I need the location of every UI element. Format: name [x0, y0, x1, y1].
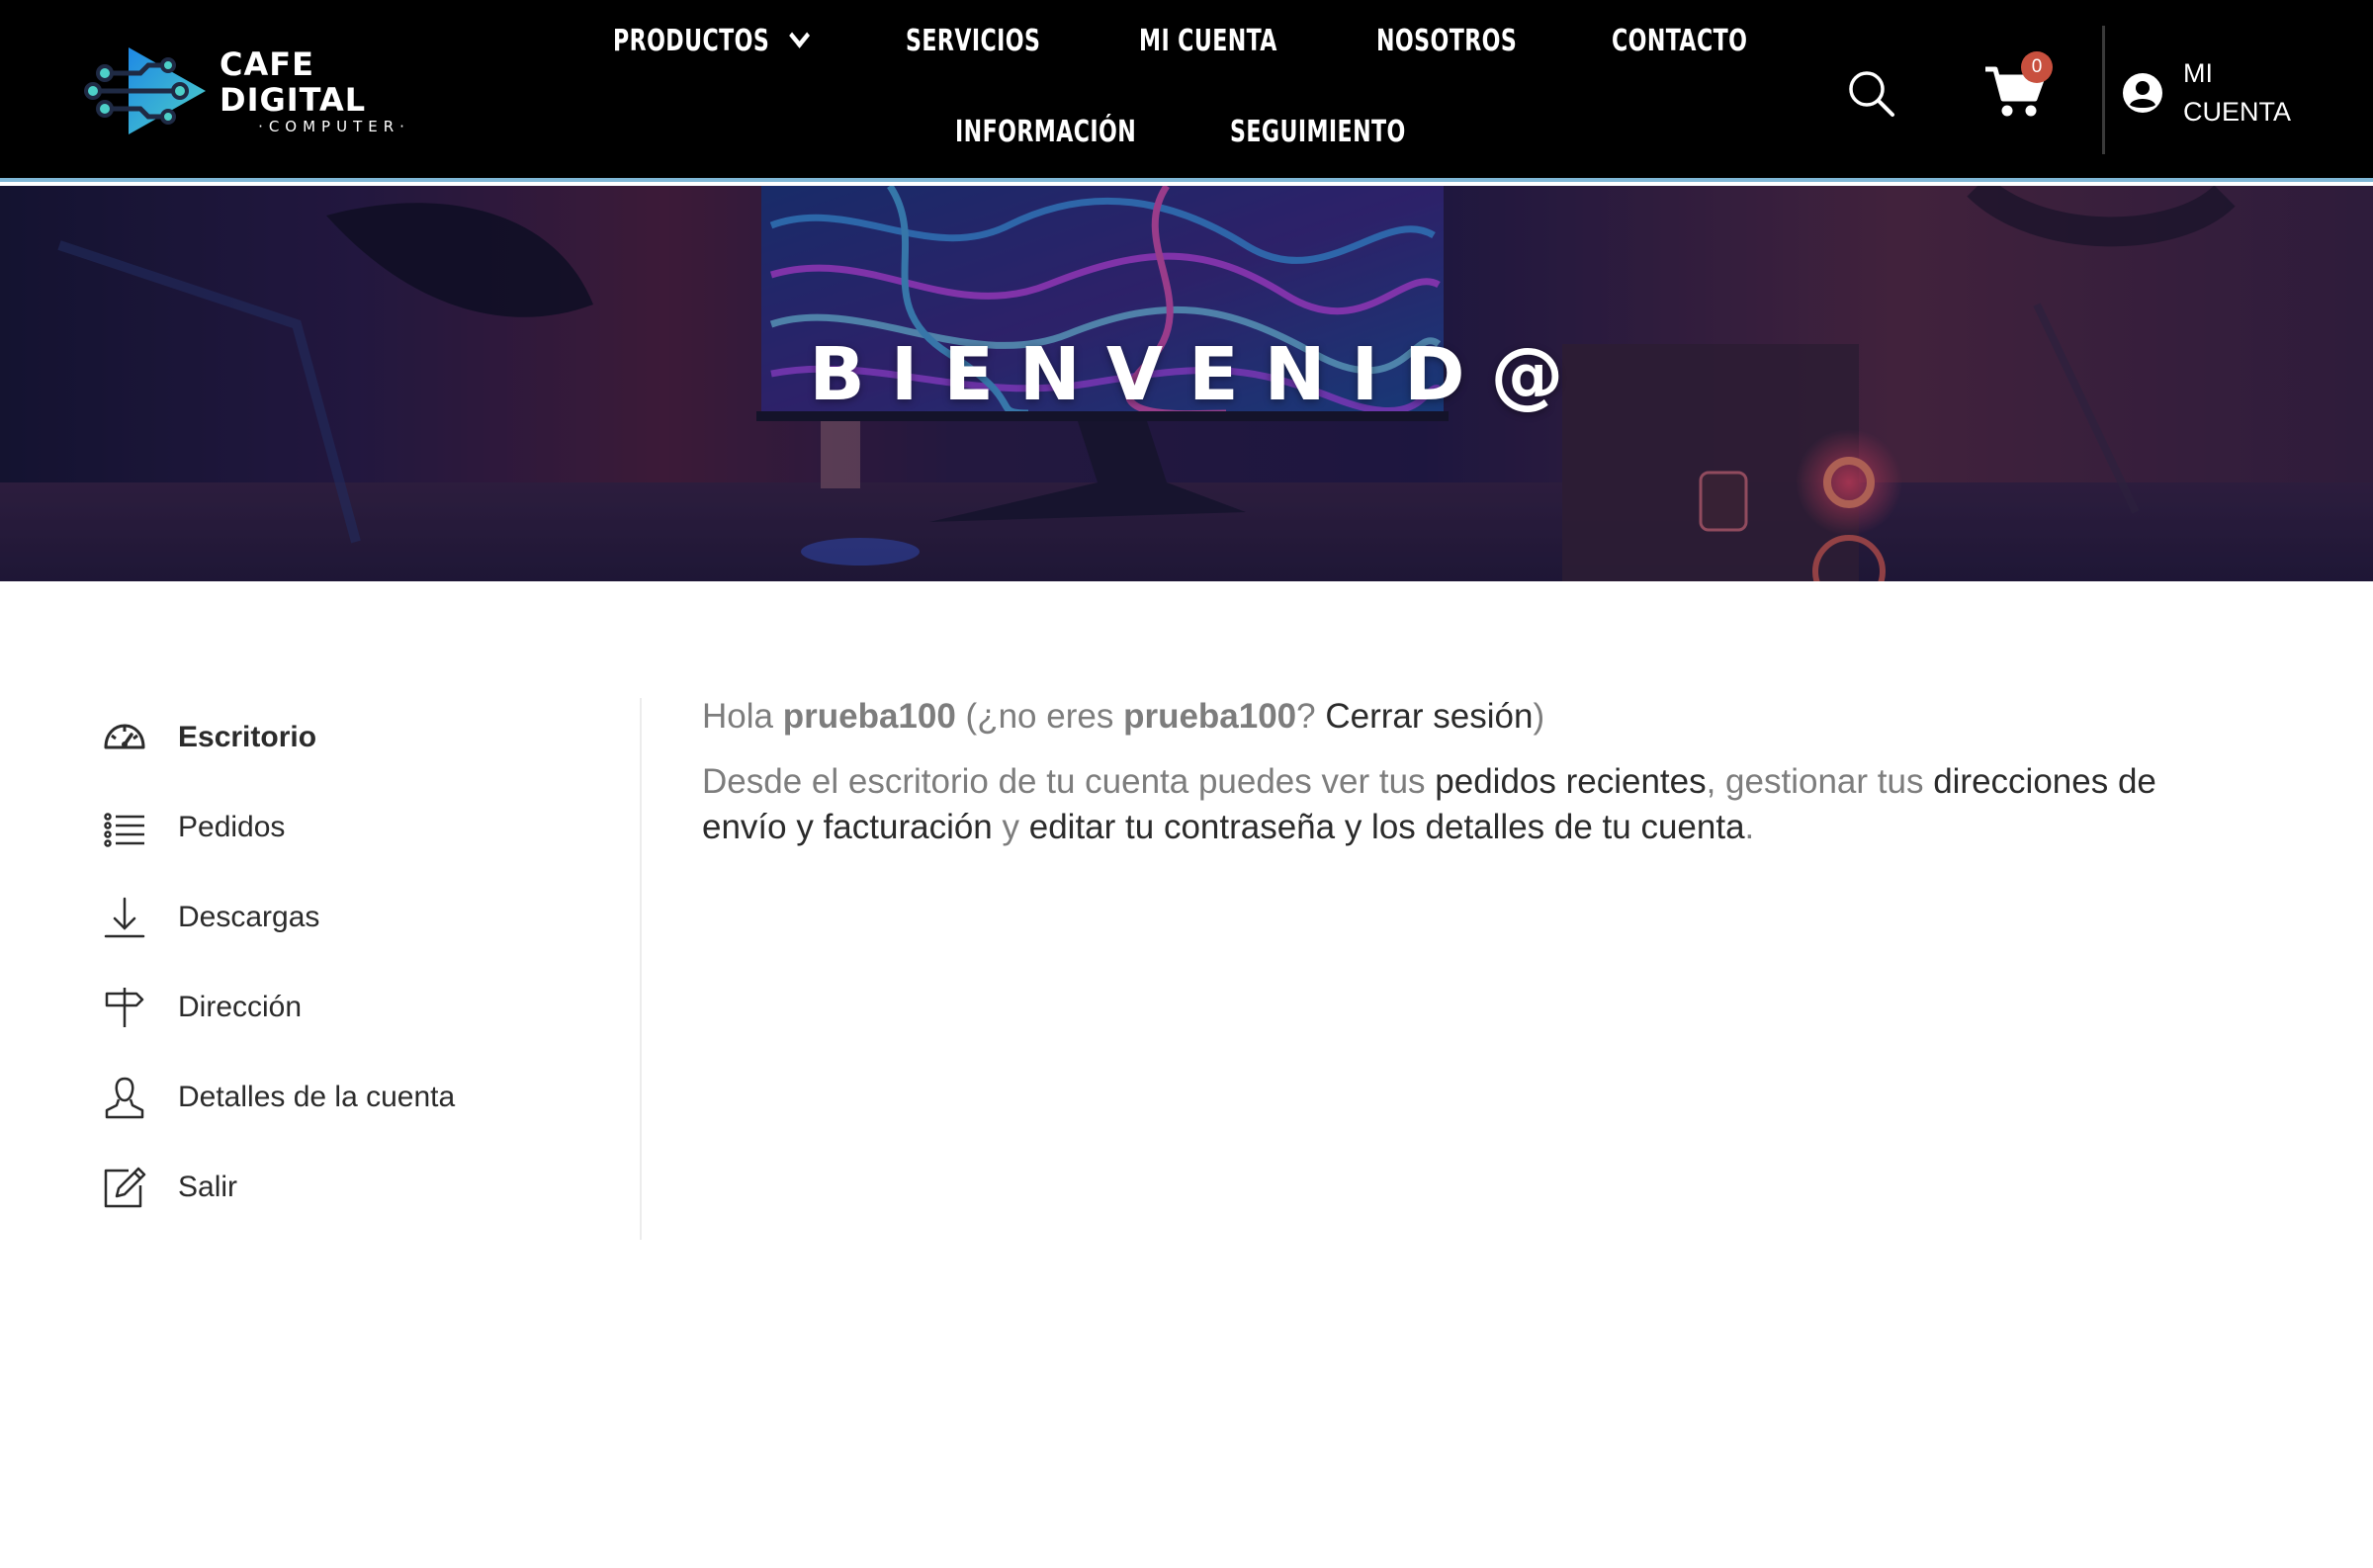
- greeting-hola: Hola: [702, 697, 773, 736]
- dashboard-content: Hola prueba100 (¿no eres prueba100? Cerr…: [702, 694, 2244, 850]
- chevron-down-icon: [789, 23, 810, 48]
- header-divider: [2102, 26, 2105, 154]
- account-button[interactable]: MI CUENTA: [2122, 53, 2322, 132]
- brand-logo[interactable]: CAFE DIGITAL ·COMPUTER·: [83, 44, 449, 138]
- nav-seguimiento[interactable]: SEGUIMIENTO: [1230, 115, 1406, 149]
- nav-contacto[interactable]: CONTACTO: [1612, 24, 1747, 58]
- sidebar-item-label: Escritorio: [178, 720, 317, 753]
- hero-title: BIENVENID@: [809, 332, 1590, 417]
- username: prueba100: [782, 697, 956, 736]
- sidebar-item-descargas[interactable]: Descargas: [103, 872, 637, 962]
- sidebar-item-pedidos[interactable]: Pedidos: [103, 782, 637, 872]
- list-icon: [104, 812, 144, 847]
- nav-informacion[interactable]: INFORMACIÓN: [955, 115, 1136, 149]
- desc-intro: Desde el escritorio de tu cuenta puedes …: [702, 762, 1426, 801]
- greeting-close: ): [1533, 697, 1545, 736]
- search-icon: [1849, 71, 1894, 117]
- user-circle-icon: [2123, 73, 2162, 113]
- sidebar-item-label: Pedidos: [178, 810, 286, 843]
- content-divider: [640, 698, 642, 1240]
- account-details-link[interactable]: editar tu contraseña y los detalles de t…: [1029, 808, 1745, 846]
- cart-count-badge: 0: [2021, 51, 2053, 83]
- sidebar-item-label: Dirección: [178, 990, 303, 1023]
- desc-end: .: [1744, 808, 1755, 846]
- brand-tagline: ·COMPUTER·: [258, 118, 410, 135]
- sidebar-item-escritorio[interactable]: Escritorio: [103, 692, 637, 782]
- sidebar-item-label: Detalles de la cuenta: [178, 1080, 456, 1113]
- username-repeat: prueba100: [1123, 697, 1297, 736]
- logout-link[interactable]: Cerrar sesión: [1325, 697, 1533, 736]
- nav-productos-label: PRODUCTOS: [613, 24, 770, 58]
- account-sidebar-nav: Escritorio Pedidos Descargas Dirección D…: [103, 692, 637, 1232]
- greeting-not-you: (¿no eres: [965, 697, 1114, 736]
- site-header: CAFE DIGITAL ·COMPUTER· PRODUCTOS SERVIC…: [0, 0, 2373, 182]
- recent-orders-link[interactable]: pedidos recientes: [1435, 762, 1706, 801]
- search-button[interactable]: [1845, 67, 1896, 119]
- sidebar-item-label: Salir: [178, 1170, 238, 1203]
- sidebar-item-direccion[interactable]: Dirección: [103, 962, 637, 1052]
- nav-nosotros[interactable]: NOSOTROS: [1376, 24, 1517, 58]
- greeting-line: Hola prueba100 (¿no eres prueba100? Cerr…: [702, 694, 2244, 740]
- brand-name: CAFE DIGITAL: [220, 45, 367, 119]
- nav-servicios[interactable]: SERVICIOS: [906, 24, 1040, 58]
- sidebar-item-label: Descargas: [178, 900, 320, 933]
- signpost-icon: [105, 987, 144, 1027]
- desc-and: y: [1002, 808, 1020, 846]
- brand-wordmark: CAFE DIGITAL ·COMPUTER·: [220, 46, 449, 135]
- circuit-logo-icon: [84, 47, 206, 134]
- download-icon: [104, 897, 145, 937]
- nav-mi-cuenta[interactable]: MI CUENTA: [1139, 24, 1277, 58]
- dashboard-gauge-icon: [104, 724, 145, 748]
- dashboard-description: Desde el escritorio de tu cuenta puedes …: [702, 759, 2244, 850]
- greeting-question: ?: [1296, 697, 1316, 736]
- edit-icon: [104, 1167, 146, 1207]
- sidebar-item-salir[interactable]: Salir: [103, 1142, 637, 1232]
- user-icon: [105, 1077, 144, 1118]
- hero-banner: BIENVENID@: [0, 186, 2373, 581]
- account-label: MI CUENTA: [2183, 54, 2322, 131]
- sidebar-item-detalles-cuenta[interactable]: Detalles de la cuenta: [103, 1052, 637, 1142]
- desc-mid: , gestionar tus: [1706, 762, 1924, 801]
- account-label-line2: CUENTA: [2183, 97, 2292, 127]
- nav-productos[interactable]: PRODUCTOS: [613, 23, 810, 58]
- account-label-line1: MI: [2183, 58, 2213, 88]
